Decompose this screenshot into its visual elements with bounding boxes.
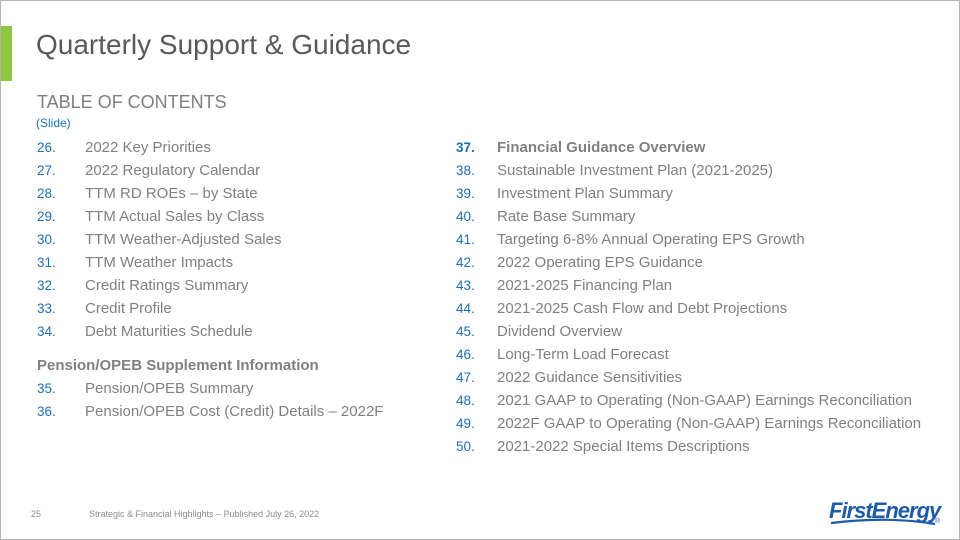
toc-item-label[interactable]: Dividend Overview [497,322,622,345]
toc-item-number: 50. [456,439,475,454]
toc-item[interactable]: 46. Long-Term Load Forecast [456,345,921,368]
slide: Quarterly Support & Guidance TABLE OF CO… [0,0,960,540]
toc-item-label[interactable]: Pension/OPEB Summary [85,379,253,402]
toc-item-number: 46. [456,347,475,362]
toc-item[interactable]: 38. Sustainable Investment Plan (2021-202… [456,161,921,184]
toc-item[interactable]: 27. 2022 Regulatory Calendar [37,161,383,184]
toc-item-number: 48. [456,393,475,408]
toc-left-column: 26. 2022 Key Priorities 27. 2022 Regulatory… [37,138,383,425]
toc-item-label[interactable]: Long-Term Load Forecast [497,345,669,368]
toc-subheading: (Slide) [36,116,71,130]
toc-item[interactable]: 31. TTM Weather Impacts [37,253,383,276]
toc-item-number: 47. [456,370,475,385]
toc-item-number: 28. [37,186,56,201]
toc-right-column: 37. Financial Guidance Overview 38. Sustain… [456,138,921,460]
toc-item-label[interactable]: Sustainable Investment Plan (2021-2025) [497,161,773,184]
toc-item-number: 31. [37,255,56,270]
accent-bar [1,26,12,81]
toc-item-label[interactable]: TTM Weather Impacts [85,253,233,276]
toc-item-number: 44. [456,301,475,316]
toc-item-number: 45. [456,324,475,339]
toc-item-label[interactable]: TTM Actual Sales by Class [85,207,264,230]
toc-item-label[interactable]: TTM Weather-Adjusted Sales [85,230,281,253]
toc-item[interactable]: 35. Pension/OPEB Summary [37,379,383,402]
toc-item-label[interactable]: Debt Maturities Schedule [85,322,253,345]
toc-item-number: 32. [37,278,56,293]
toc-item-number: 41. [456,232,475,247]
toc-item-label[interactable]: 2022F GAAP to Operating (Non-GAAP) Earni… [497,414,921,437]
toc-item-number: 27. [37,163,56,178]
firstenergy-logo: FirstEnergy ® [827,498,943,530]
toc-item[interactable]: 30. TTM Weather-Adjusted Sales [37,230,383,253]
toc-item[interactable]: 50. 2021-2022 Special Items Descriptions [456,437,921,460]
toc-item-label[interactable]: 2022 Key Priorities [85,138,211,161]
toc-item-label[interactable]: Credit Ratings Summary [85,276,248,299]
toc-item[interactable]: 41. Targeting 6-8% Annual Operating EPS G… [456,230,921,253]
toc-item[interactable]: 33. Credit Profile [37,299,383,322]
toc-item[interactable]: 43. 2021-2025 Financing Plan [456,276,921,299]
toc-item[interactable]: 37. Financial Guidance Overview [456,138,921,161]
toc-item-label[interactable]: TTM RD ROEs – by State [85,184,258,207]
toc-item[interactable]: 42. 2022 Operating EPS Guidance [456,253,921,276]
toc-item-number: 40. [456,209,475,224]
toc-item-label[interactable]: 2022 Regulatory Calendar [85,161,260,184]
toc-item-number: 39. [456,186,475,201]
pension-section-heading: Pension/OPEB Supplement Information [37,357,319,374]
toc-item-label[interactable]: 2021-2022 Special Items Descriptions [497,437,750,460]
page-title: Quarterly Support & Guidance [36,29,412,60]
toc-item-label[interactable]: 2021 GAAP to Operating (Non-GAAP) Earnin… [497,391,912,414]
toc-item-number: 33. [37,301,56,316]
toc-item-number: 34. [37,324,56,339]
toc-item[interactable]: 45. Dividend Overview [456,322,921,345]
registered-mark: ® [935,518,941,525]
toc-item-label[interactable]: 2021-2025 Financing Plan [497,276,672,299]
toc-item-label[interactable]: Credit Profile [85,299,172,322]
toc-item-label[interactable]: Rate Base Summary [497,207,635,230]
toc-item[interactable]: 49. 2022F GAAP to Operating (Non-GAAP) Ea… [456,414,921,437]
toc-item-number: 36. [37,404,56,419]
toc-item[interactable]: 29. TTM Actual Sales by Class [37,207,383,230]
toc-item[interactable]: 44. 2021-2025 Cash Flow and Debt Projecti… [456,299,921,322]
toc-item-label[interactable]: Financial Guidance Overview [497,138,705,161]
toc-item[interactable]: 34. Debt Maturities Schedule [37,322,383,345]
toc-item-label[interactable]: 2022 Operating EPS Guidance [497,253,703,276]
toc-item[interactable]: 26. 2022 Key Priorities [37,138,383,161]
toc-item[interactable]: 40. Rate Base Summary [456,207,921,230]
toc-item-label[interactable]: Investment Plan Summary [497,184,673,207]
toc-item-number: 35. [37,381,56,396]
toc-item-number: 42. [456,255,475,270]
logo-swoosh-icon [830,518,936,526]
toc-item-number: 49. [456,416,475,431]
toc-item[interactable]: 39. Investment Plan Summary [456,184,921,207]
toc-item-number: 26. [37,140,56,155]
page-number: 25 [31,509,42,519]
toc-item-label[interactable]: 2021-2025 Cash Flow and Debt Projections [497,299,787,322]
toc-item[interactable]: 47. 2022 Guidance Sensitivities [456,368,921,391]
footer-text: Strategic & Financial Highlights – Publi… [89,509,320,519]
toc-item[interactable]: 28. TTM RD ROEs – by State [37,184,383,207]
toc-item-label[interactable]: Targeting 6-8% Annual Operating EPS Grow… [497,230,805,253]
toc-item-number: 37. [456,140,475,155]
toc-item-number: 38. [456,163,475,178]
toc-item[interactable]: 32. Credit Ratings Summary [37,276,383,299]
toc-item-label[interactable]: 2022 Guidance Sensitivities [497,368,682,391]
toc-item-number: 43. [456,278,475,293]
toc-item-number: 29. [37,209,56,224]
toc-item-label[interactable]: Pension/OPEB Cost (Credit) Details – 202… [85,402,383,425]
toc-heading: TABLE OF CONTENTS [37,92,227,112]
toc-item-number: 30. [37,232,56,247]
toc-item[interactable]: 48. 2021 GAAP to Operating (Non-GAAP) Ear… [456,391,921,414]
toc-item[interactable]: 36. Pension/OPEB Cost (Credit) Details – … [37,402,383,425]
